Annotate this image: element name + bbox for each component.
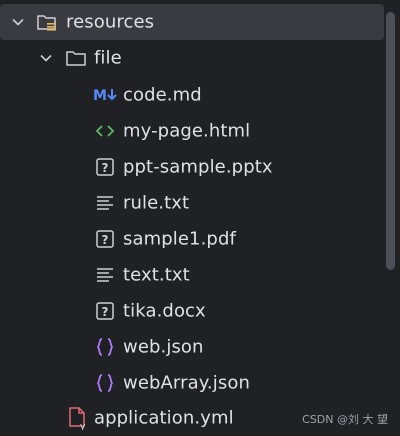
tree-item-label: ppt-sample.pptx: [123, 156, 273, 178]
tree-item-file[interactable]: rule.txt: [0, 185, 384, 221]
html-icon: [94, 120, 116, 142]
text-file-icon: [94, 192, 116, 214]
markdown-icon: M: [93, 84, 121, 106]
tree-item-label: tika.docx: [123, 300, 206, 322]
tree-item-resources[interactable]: resources: [0, 4, 384, 40]
watermark: CSDN @刘 大 望: [302, 413, 388, 426]
tree-item-file[interactable]: text.txt: [0, 257, 384, 293]
svg-text:y: y: [80, 422, 86, 430]
tree-item-file-folder[interactable]: file: [0, 40, 384, 76]
unknown-file-icon: ?: [94, 300, 116, 322]
tree-item-file[interactable]: my-page.html: [0, 113, 384, 149]
unknown-file-icon: ?: [94, 228, 116, 250]
tree-item-label: web.json: [123, 336, 204, 358]
unknown-file-icon: ?: [94, 156, 116, 178]
tree-item-file[interactable]: ? tika.docx: [0, 293, 384, 329]
tree-item-label: sample1.pdf: [123, 228, 236, 250]
chevron-down-icon[interactable]: [38, 50, 54, 66]
svg-text:M: M: [93, 88, 107, 104]
tree-item-file[interactable]: web.json: [0, 329, 384, 365]
tree-item-file[interactable]: ? sample1.pdf: [0, 221, 384, 257]
tree-item-file[interactable]: webArray.json: [0, 365, 384, 401]
svg-text:?: ?: [101, 305, 108, 319]
json-icon: [94, 372, 116, 394]
vertical-scrollbar[interactable]: [386, 0, 398, 435]
json-icon: [94, 336, 116, 358]
tree-item-label: code.md: [123, 84, 202, 106]
tree-item-label: my-page.html: [123, 120, 251, 142]
yaml-icon: y: [66, 407, 88, 430]
scrollbar-thumb[interactable]: [386, 12, 395, 270]
folder-icon: [65, 47, 87, 69]
svg-text:?: ?: [101, 233, 108, 247]
text-file-icon: [94, 264, 116, 286]
tree-item-label: resources: [66, 11, 155, 33]
tree-item-file[interactable]: ? ppt-sample.pptx: [0, 149, 384, 185]
chevron-down-icon[interactable]: [10, 14, 26, 30]
svg-text:?: ?: [101, 161, 108, 175]
tree-item-label: text.txt: [123, 264, 190, 286]
tree-item-file[interactable]: M code.md: [0, 77, 384, 113]
tree-item-label: file: [94, 47, 122, 69]
tree-item-label: rule.txt: [123, 192, 190, 214]
tree-item-label: application.yml: [94, 407, 234, 429]
resources-folder-icon: [36, 11, 58, 33]
tree-item-label: webArray.json: [123, 372, 250, 394]
